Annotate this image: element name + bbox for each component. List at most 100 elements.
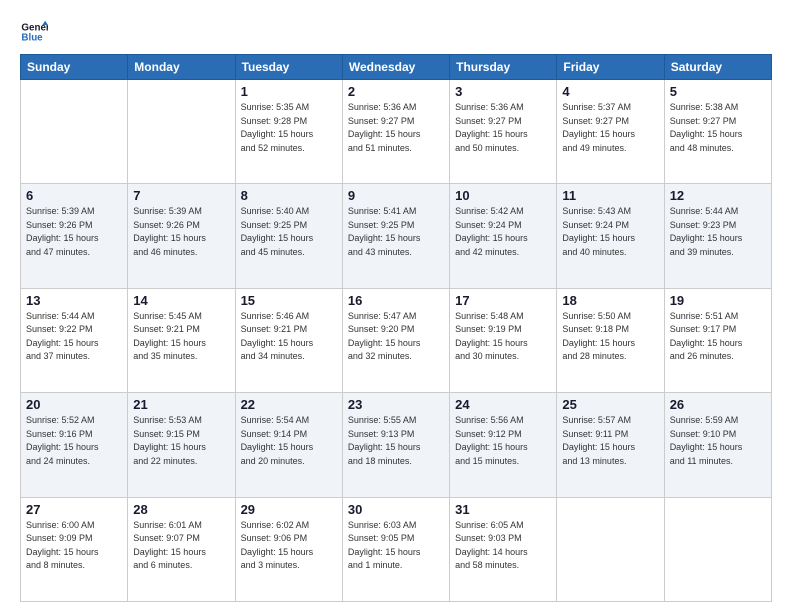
calendar-cell: 23Sunrise: 5:55 AM Sunset: 9:13 PM Dayli… bbox=[342, 393, 449, 497]
calendar-cell: 3 Sunrise: 5:36 AM Sunset: 9:27 PM Daylig… bbox=[450, 80, 557, 184]
calendar-cell: 21 Sunrise: 5:53 AM Sunset: 9:15 PM Dayli… bbox=[128, 393, 235, 497]
day-info: Sunrise: 6:02 AM Sunset: 9:06 PM Dayligh… bbox=[241, 519, 337, 573]
calendar-cell: 16 Sunrise: 5:47 AM Sunset: 9:20 PM Dayli… bbox=[342, 288, 449, 392]
svg-text:Blue: Blue bbox=[21, 32, 43, 43]
day-info: Sunrise: 5:39 AM Sunset: 9:26 PM Dayligh… bbox=[26, 205, 122, 259]
weekday-header-row: SundayMondayTuesdayWednesdayThursdayFrid… bbox=[21, 55, 772, 80]
calendar-cell bbox=[557, 497, 664, 601]
week-row-4: 20 Sunrise: 5:52 AM Sunset: 9:16 PM Dayli… bbox=[21, 393, 772, 497]
calendar-cell: 11 Sunrise: 5:43 AM Sunset: 9:24 PM Dayli… bbox=[557, 184, 664, 288]
weekday-header-saturday: Saturday bbox=[664, 55, 771, 80]
calendar-cell bbox=[21, 80, 128, 184]
calendar-cell: 30Sunrise: 6:03 AM Sunset: 9:05 PM Dayli… bbox=[342, 497, 449, 601]
calendar-cell: 12 Sunrise: 5:44 AM Sunset: 9:23 PM Dayli… bbox=[664, 184, 771, 288]
calendar-cell: 4Sunrise: 5:37 AM Sunset: 9:27 PM Daylig… bbox=[557, 80, 664, 184]
day-info: Sunrise: 5:48 AM Sunset: 9:19 PM Dayligh… bbox=[455, 310, 551, 364]
calendar-cell: 31Sunrise: 6:05 AM Sunset: 9:03 PM Dayli… bbox=[450, 497, 557, 601]
calendar-cell: 17 Sunrise: 5:48 AM Sunset: 9:19 PM Dayli… bbox=[450, 288, 557, 392]
week-row-2: 6 Sunrise: 5:39 AM Sunset: 9:26 PM Daylig… bbox=[21, 184, 772, 288]
day-info: Sunrise: 5:47 AM Sunset: 9:20 PM Dayligh… bbox=[348, 310, 444, 364]
weekday-header-friday: Friday bbox=[557, 55, 664, 80]
day-info: Sunrise: 5:53 AM Sunset: 9:15 PM Dayligh… bbox=[133, 414, 229, 468]
day-info: Sunrise: 5:52 AM Sunset: 9:16 PM Dayligh… bbox=[26, 414, 122, 468]
day-number: 16 bbox=[348, 293, 444, 308]
day-info: Sunrise: 5:56 AM Sunset: 9:12 PM Dayligh… bbox=[455, 414, 551, 468]
day-number: 17 bbox=[455, 293, 551, 308]
weekday-header-sunday: Sunday bbox=[21, 55, 128, 80]
day-number: 8 bbox=[241, 188, 337, 203]
page: General Blue SundayMondayTuesdayWednesda… bbox=[0, 0, 792, 612]
calendar-cell: 5 Sunrise: 5:38 AM Sunset: 9:27 PM Daylig… bbox=[664, 80, 771, 184]
day-info: Sunrise: 5:44 AM Sunset: 9:23 PM Dayligh… bbox=[670, 205, 766, 259]
calendar-cell: 1 Sunrise: 5:35 AM Sunset: 9:28 PM Daylig… bbox=[235, 80, 342, 184]
calendar-cell: 25 Sunrise: 5:57 AM Sunset: 9:11 PM Dayli… bbox=[557, 393, 664, 497]
day-number: 22 bbox=[241, 397, 337, 412]
day-number: 9 bbox=[348, 188, 444, 203]
day-number: 27 bbox=[26, 502, 122, 517]
header: General Blue bbox=[20, 18, 772, 46]
day-number: 21 bbox=[133, 397, 229, 412]
day-info: Sunrise: 5:36 AM Sunset: 9:27 PM Dayligh… bbox=[348, 101, 444, 155]
day-number: 7 bbox=[133, 188, 229, 203]
weekday-header-thursday: Thursday bbox=[450, 55, 557, 80]
day-number: 24 bbox=[455, 397, 551, 412]
day-info: Sunrise: 5:38 AM Sunset: 9:27 PM Dayligh… bbox=[670, 101, 766, 155]
calendar-cell: 19 Sunrise: 5:51 AM Sunset: 9:17 PM Dayli… bbox=[664, 288, 771, 392]
day-info: Sunrise: 5:54 AM Sunset: 9:14 PM Dayligh… bbox=[241, 414, 337, 468]
day-info: Sunrise: 5:43 AM Sunset: 9:24 PM Dayligh… bbox=[562, 205, 658, 259]
day-info: Sunrise: 5:35 AM Sunset: 9:28 PM Dayligh… bbox=[241, 101, 337, 155]
calendar-cell: 15 Sunrise: 5:46 AM Sunset: 9:21 PM Dayli… bbox=[235, 288, 342, 392]
calendar-cell: 8 Sunrise: 5:40 AM Sunset: 9:25 PM Daylig… bbox=[235, 184, 342, 288]
week-row-3: 13 Sunrise: 5:44 AM Sunset: 9:22 PM Dayli… bbox=[21, 288, 772, 392]
day-info: Sunrise: 5:37 AM Sunset: 9:27 PM Dayligh… bbox=[562, 101, 658, 155]
day-number: 15 bbox=[241, 293, 337, 308]
day-info: Sunrise: 5:57 AM Sunset: 9:11 PM Dayligh… bbox=[562, 414, 658, 468]
day-info: Sunrise: 5:59 AM Sunset: 9:10 PM Dayligh… bbox=[670, 414, 766, 468]
day-number: 3 bbox=[455, 84, 551, 99]
calendar-cell: 26 Sunrise: 5:59 AM Sunset: 9:10 PM Dayli… bbox=[664, 393, 771, 497]
logo: General Blue bbox=[20, 18, 48, 46]
logo-icon: General Blue bbox=[20, 18, 48, 46]
calendar-cell: 2 Sunrise: 5:36 AM Sunset: 9:27 PM Daylig… bbox=[342, 80, 449, 184]
day-info: Sunrise: 5:39 AM Sunset: 9:26 PM Dayligh… bbox=[133, 205, 229, 259]
calendar-cell: 6 Sunrise: 5:39 AM Sunset: 9:26 PM Daylig… bbox=[21, 184, 128, 288]
calendar-cell: 28 Sunrise: 6:01 AM Sunset: 9:07 PM Dayli… bbox=[128, 497, 235, 601]
day-info: Sunrise: 5:40 AM Sunset: 9:25 PM Dayligh… bbox=[241, 205, 337, 259]
day-number: 14 bbox=[133, 293, 229, 308]
calendar-cell: 24 Sunrise: 5:56 AM Sunset: 9:12 PM Dayli… bbox=[450, 393, 557, 497]
day-number: 1 bbox=[241, 84, 337, 99]
day-info: Sunrise: 5:44 AM Sunset: 9:22 PM Dayligh… bbox=[26, 310, 122, 364]
calendar-cell: 29Sunrise: 6:02 AM Sunset: 9:06 PM Dayli… bbox=[235, 497, 342, 601]
day-number: 13 bbox=[26, 293, 122, 308]
day-info: Sunrise: 5:46 AM Sunset: 9:21 PM Dayligh… bbox=[241, 310, 337, 364]
day-number: 31 bbox=[455, 502, 551, 517]
calendar-cell: 9 Sunrise: 5:41 AM Sunset: 9:25 PM Daylig… bbox=[342, 184, 449, 288]
day-number: 11 bbox=[562, 188, 658, 203]
day-number: 25 bbox=[562, 397, 658, 412]
day-info: Sunrise: 5:42 AM Sunset: 9:24 PM Dayligh… bbox=[455, 205, 551, 259]
day-info: Sunrise: 5:45 AM Sunset: 9:21 PM Dayligh… bbox=[133, 310, 229, 364]
day-info: Sunrise: 6:01 AM Sunset: 9:07 PM Dayligh… bbox=[133, 519, 229, 573]
day-number: 2 bbox=[348, 84, 444, 99]
day-number: 19 bbox=[670, 293, 766, 308]
day-info: Sunrise: 5:50 AM Sunset: 9:18 PM Dayligh… bbox=[562, 310, 658, 364]
day-number: 30 bbox=[348, 502, 444, 517]
day-info: Sunrise: 5:36 AM Sunset: 9:27 PM Dayligh… bbox=[455, 101, 551, 155]
day-info: Sunrise: 5:41 AM Sunset: 9:25 PM Dayligh… bbox=[348, 205, 444, 259]
day-number: 6 bbox=[26, 188, 122, 203]
day-number: 18 bbox=[562, 293, 658, 308]
weekday-header-monday: Monday bbox=[128, 55, 235, 80]
day-info: Sunrise: 6:00 AM Sunset: 9:09 PM Dayligh… bbox=[26, 519, 122, 573]
day-info: Sunrise: 5:51 AM Sunset: 9:17 PM Dayligh… bbox=[670, 310, 766, 364]
calendar-cell: 14 Sunrise: 5:45 AM Sunset: 9:21 PM Dayli… bbox=[128, 288, 235, 392]
day-number: 26 bbox=[670, 397, 766, 412]
day-number: 10 bbox=[455, 188, 551, 203]
calendar-cell: 7 Sunrise: 5:39 AM Sunset: 9:26 PM Daylig… bbox=[128, 184, 235, 288]
day-number: 12 bbox=[670, 188, 766, 203]
day-number: 5 bbox=[670, 84, 766, 99]
calendar-cell: 13 Sunrise: 5:44 AM Sunset: 9:22 PM Dayli… bbox=[21, 288, 128, 392]
day-number: 28 bbox=[133, 502, 229, 517]
day-number: 20 bbox=[26, 397, 122, 412]
calendar-cell bbox=[664, 497, 771, 601]
calendar-cell: 22 Sunrise: 5:54 AM Sunset: 9:14 PM Dayli… bbox=[235, 393, 342, 497]
